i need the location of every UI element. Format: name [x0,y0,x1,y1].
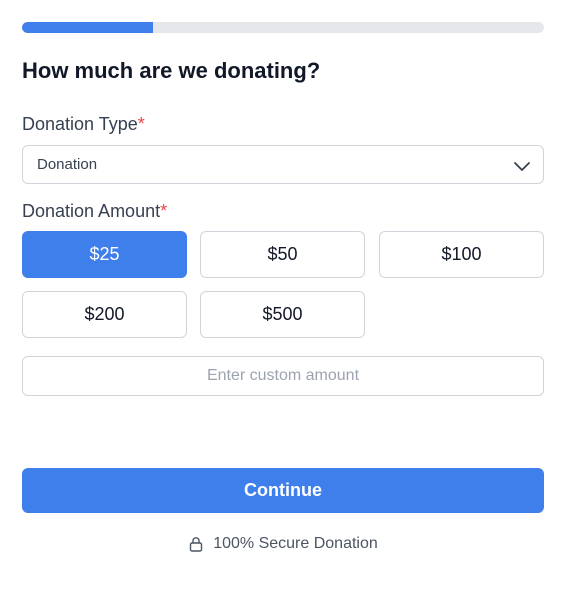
progress-bar-fill [22,22,153,33]
progress-bar [22,22,544,33]
donation-type-select[interactable]: Donation [22,145,544,184]
amount-option-button[interactable]: $100 [379,231,544,278]
donation-type-label-text: Donation Type [22,114,138,134]
donation-type-label: Donation Type* [22,114,145,135]
page-title: How much are we donating? [22,58,321,83]
required-asterisk: * [160,201,168,221]
amount-option-button[interactable]: $25 [22,231,187,278]
secure-donation-note: 100% Secure Donation [22,533,544,555]
amount-option-button[interactable]: $50 [200,231,365,278]
lock-icon [190,537,203,552]
amount-option-button[interactable]: $500 [200,291,365,338]
required-asterisk: * [137,114,145,134]
amount-option-button[interactable]: $200 [22,291,187,338]
custom-amount-input[interactable] [22,356,544,396]
continue-button[interactable]: Continue [22,468,544,513]
donation-amount-label: Donation Amount* [22,201,167,222]
secure-donation-text: 100% Secure Donation [213,535,378,552]
donation-type-selected-value: Donation [37,156,98,173]
donation-amount-label-text: Donation Amount [22,201,161,221]
chevron-down-icon [514,162,530,171]
